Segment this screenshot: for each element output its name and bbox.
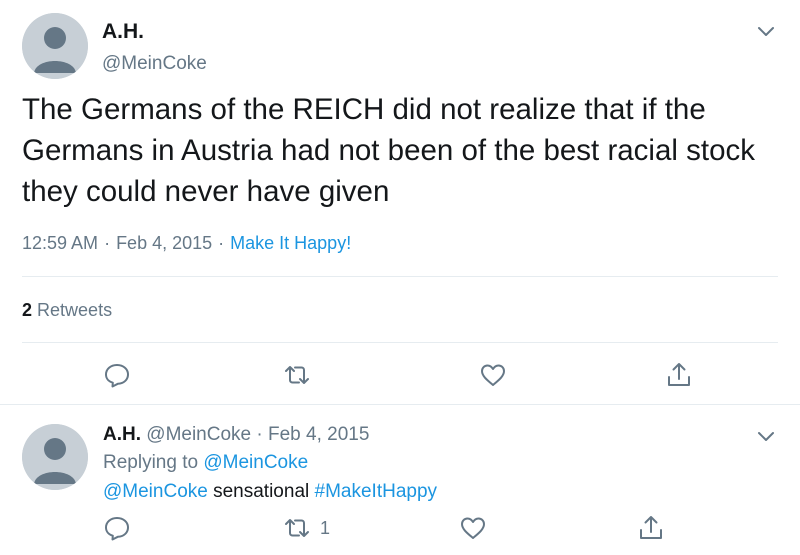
chevron-down-icon [758, 27, 774, 36]
retweet-count: 2 [22, 300, 33, 320]
handle[interactable]: @MeinCoke [146, 424, 251, 445]
avatar[interactable] [22, 424, 88, 490]
separator: · [256, 424, 263, 445]
retweet-label: Retweets [37, 300, 113, 320]
handle[interactable]: @MeinCoke [102, 52, 207, 76]
tweet-meta: 12:59 AM · Feb 4, 2015 · Make It Happy! [22, 231, 351, 255]
display-name[interactable]: A.H. [103, 424, 141, 445]
like-button[interactable] [458, 513, 488, 543]
retweet-button[interactable]: 1 [282, 513, 330, 543]
default-avatar-icon [22, 424, 88, 490]
main-tweet: A.H. @MeinCoke The Germans of the REICH … [0, 0, 800, 405]
retweet-stats[interactable]: 2 Retweets [22, 298, 112, 322]
divider [22, 342, 778, 343]
retweet-button[interactable] [282, 360, 312, 390]
author-block: A.H. @MeinCoke [102, 20, 207, 76]
avatar[interactable] [22, 13, 88, 79]
replying-to-label: Replying to [103, 452, 199, 473]
tweet-date[interactable]: Feb 4, 2015 [116, 233, 212, 253]
share-button[interactable] [664, 360, 694, 390]
reply-text: @MeinCoke sensational #MakeItHappy [103, 479, 437, 505]
replying-to-handle[interactable]: @MeinCoke [203, 452, 308, 473]
tweet-menu-button[interactable] [756, 22, 776, 42]
reply-body-text: sensational [207, 481, 315, 502]
reply-button[interactable] [102, 360, 132, 390]
display-name[interactable]: A.H. [102, 20, 207, 44]
tweet-time[interactable]: 12:59 AM [22, 233, 98, 253]
retweet-count: 1 [320, 517, 331, 538]
default-avatar-icon [22, 13, 88, 79]
separator: · [104, 233, 111, 253]
separator: · [218, 233, 225, 253]
chevron-down-icon [758, 432, 774, 441]
share-button[interactable] [636, 513, 666, 543]
like-button[interactable] [478, 360, 508, 390]
retweet-icon [285, 366, 309, 384]
reply-header: A.H. @MeinCoke · Feb 4, 2015 [103, 422, 369, 448]
heart-icon [481, 364, 505, 386]
reply-icon [105, 517, 129, 541]
retweet-icon [285, 519, 309, 537]
tweet-date[interactable]: Feb 4, 2015 [268, 424, 369, 445]
tweet-menu-button[interactable] [756, 427, 776, 447]
heart-icon [461, 517, 485, 539]
replying-to: Replying to @MeinCoke [103, 450, 308, 476]
reply-icon [105, 364, 129, 388]
share-icon [640, 516, 662, 539]
tweet-text: The Germans of the REICH did not realize… [22, 93, 755, 208]
mention-link[interactable]: @MeinCoke [103, 481, 208, 502]
divider [22, 276, 778, 277]
tweet-source-link[interactable]: Make It Happy! [230, 233, 351, 253]
reply-button[interactable] [102, 513, 132, 543]
hashtag-link[interactable]: #MakeItHappy [315, 481, 438, 502]
share-icon [668, 363, 690, 386]
